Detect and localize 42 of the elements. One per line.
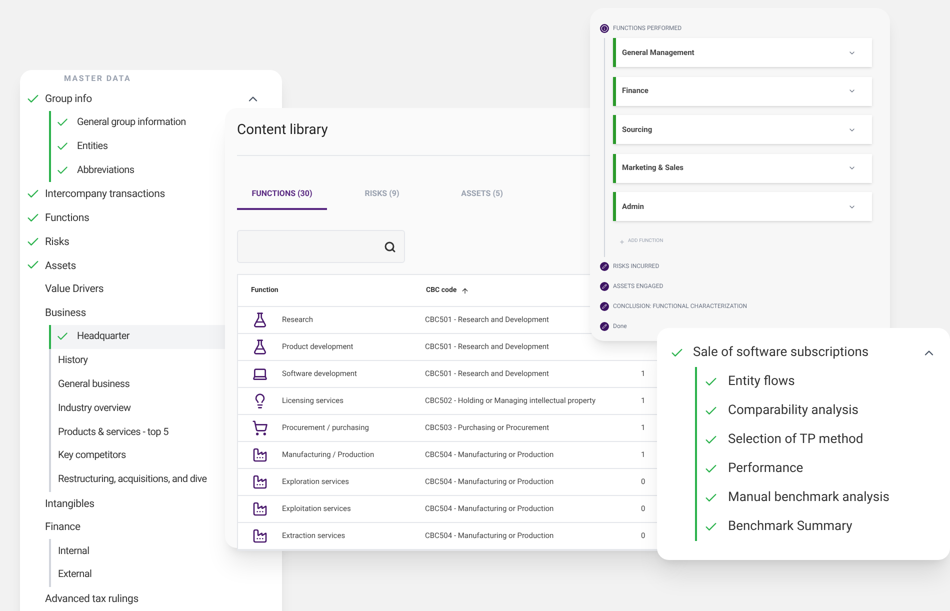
nav-item[interactable]: Value Drivers [25,281,104,298]
nav-item[interactable]: Group info [25,90,92,107]
nav-item[interactable]: Benchmark Summary [697,512,936,541]
nav-item[interactable]: Comparability analysis [697,396,936,425]
factory-icon [252,447,268,463]
edit-step-icon [600,262,609,271]
nav-item[interactable]: External [49,562,225,587]
transaction-item[interactable]: Sale of software subscriptions [669,342,936,364]
nav-item[interactable]: Manual benchmark analysis [697,483,936,512]
tab[interactable]: FUNCTIONS (30) [237,180,327,210]
nav-item[interactable]: Assets [25,257,76,274]
sort-arrow-icon [460,286,469,294]
nav-item[interactable]: Entity flows [697,367,936,396]
nav-item[interactable]: Risks [25,234,70,250]
step-marker-icon [600,24,609,32]
edit-step-icon [600,322,609,331]
nav-item[interactable]: Intangibles [25,495,94,512]
factory-icon [252,528,268,544]
flask-icon [252,339,268,355]
nav-item[interactable]: Performance [697,454,936,483]
nav-item[interactable]: Advanced tax rulings [25,590,138,607]
nav-item[interactable]: Selection of TP method [697,425,936,454]
nav-item[interactable]: Finance [25,519,80,536]
factory-icon [252,501,268,517]
card-title: Content library [237,121,328,140]
nav-item[interactable]: Functions [25,210,90,226]
nav-item[interactable]: Headquarter [49,324,225,349]
search-icon [384,240,396,252]
chevron-down-icon[interactable] [848,87,856,95]
nav-item[interactable]: Internal [49,539,225,563]
search-field[interactable] [237,230,405,263]
plus-icon [619,238,625,244]
nav-item[interactable]: Business [25,305,86,322]
section-heading: MASTER DATA [64,73,132,85]
edit-step-icon [600,282,609,291]
nav-item[interactable]: Intercompany transactions [25,186,165,202]
edit-step-icon [600,302,609,311]
cart-icon [252,420,268,436]
factory-icon [252,474,268,490]
chevron-down-icon[interactable] [848,164,856,172]
flask-icon [252,312,268,328]
laptop-icon [252,366,268,382]
